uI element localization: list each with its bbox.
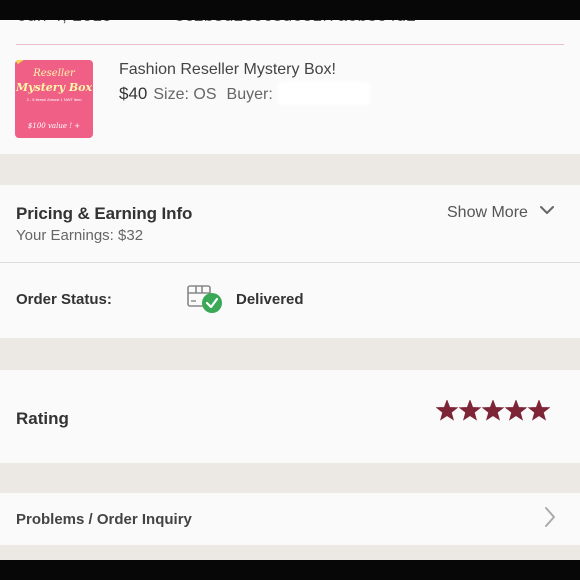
order-status-label: Order Status: — [16, 291, 112, 308]
bottom-letterbox — [0, 560, 580, 580]
buyer-name-redacted — [278, 81, 370, 105]
item-meta: $40 Size: OS Buyer: — [119, 84, 273, 104]
rating-label: Rating — [16, 409, 69, 428]
package-delivered-icon — [187, 285, 222, 313]
thumb-text-2: Mystery Box — [15, 81, 93, 94]
divider — [16, 44, 564, 45]
pricing-title: Pricing & Earning Info — [16, 204, 193, 223]
item-card: Jun 4, 2019 5c2b3d2e9c8d6e1f7a6b5c4d2 Re… — [0, 0, 580, 154]
star-icon — [481, 400, 505, 421]
chevron-right-icon[interactable] — [543, 506, 557, 528]
chevron-down-icon[interactable] — [540, 203, 554, 217]
item-price: $40 — [119, 84, 148, 103]
star-icon — [436, 400, 459, 421]
order-details-screen: Jun 4, 2019 5c2b3d2e9c8d6e1f7a6b5c4d2 Re… — [0, 0, 580, 580]
problems-order-inquiry-label[interactable]: Problems / Order Inquiry — [16, 511, 192, 528]
rating-stars — [436, 400, 550, 421]
star-icon — [504, 400, 528, 421]
thumb-text-4: $100 value ! + — [27, 122, 81, 130]
top-letterbox — [0, 0, 580, 20]
star-icon — [458, 400, 482, 421]
item-title[interactable]: Fashion Reseller Mystery Box! — [119, 61, 336, 79]
show-more-button[interactable]: Show More — [447, 204, 528, 222]
thumb-text-3: 3 - 5 items! Almost 1 NWT item — [26, 97, 82, 102]
star-icon — [527, 400, 550, 421]
earnings-text: Your Earnings: $32 — [16, 227, 144, 244]
thumb-stripe — [15, 60, 40, 65]
order-status-value: Delivered — [236, 291, 304, 308]
item-thumbnail[interactable]: Reseller Mystery Box 3 - 5 items! Almost… — [15, 60, 93, 138]
item-size: Size: OS — [153, 86, 217, 103]
thumb-text-1: Reseller — [33, 68, 75, 79]
buyer-label: Buyer: — [226, 86, 273, 103]
